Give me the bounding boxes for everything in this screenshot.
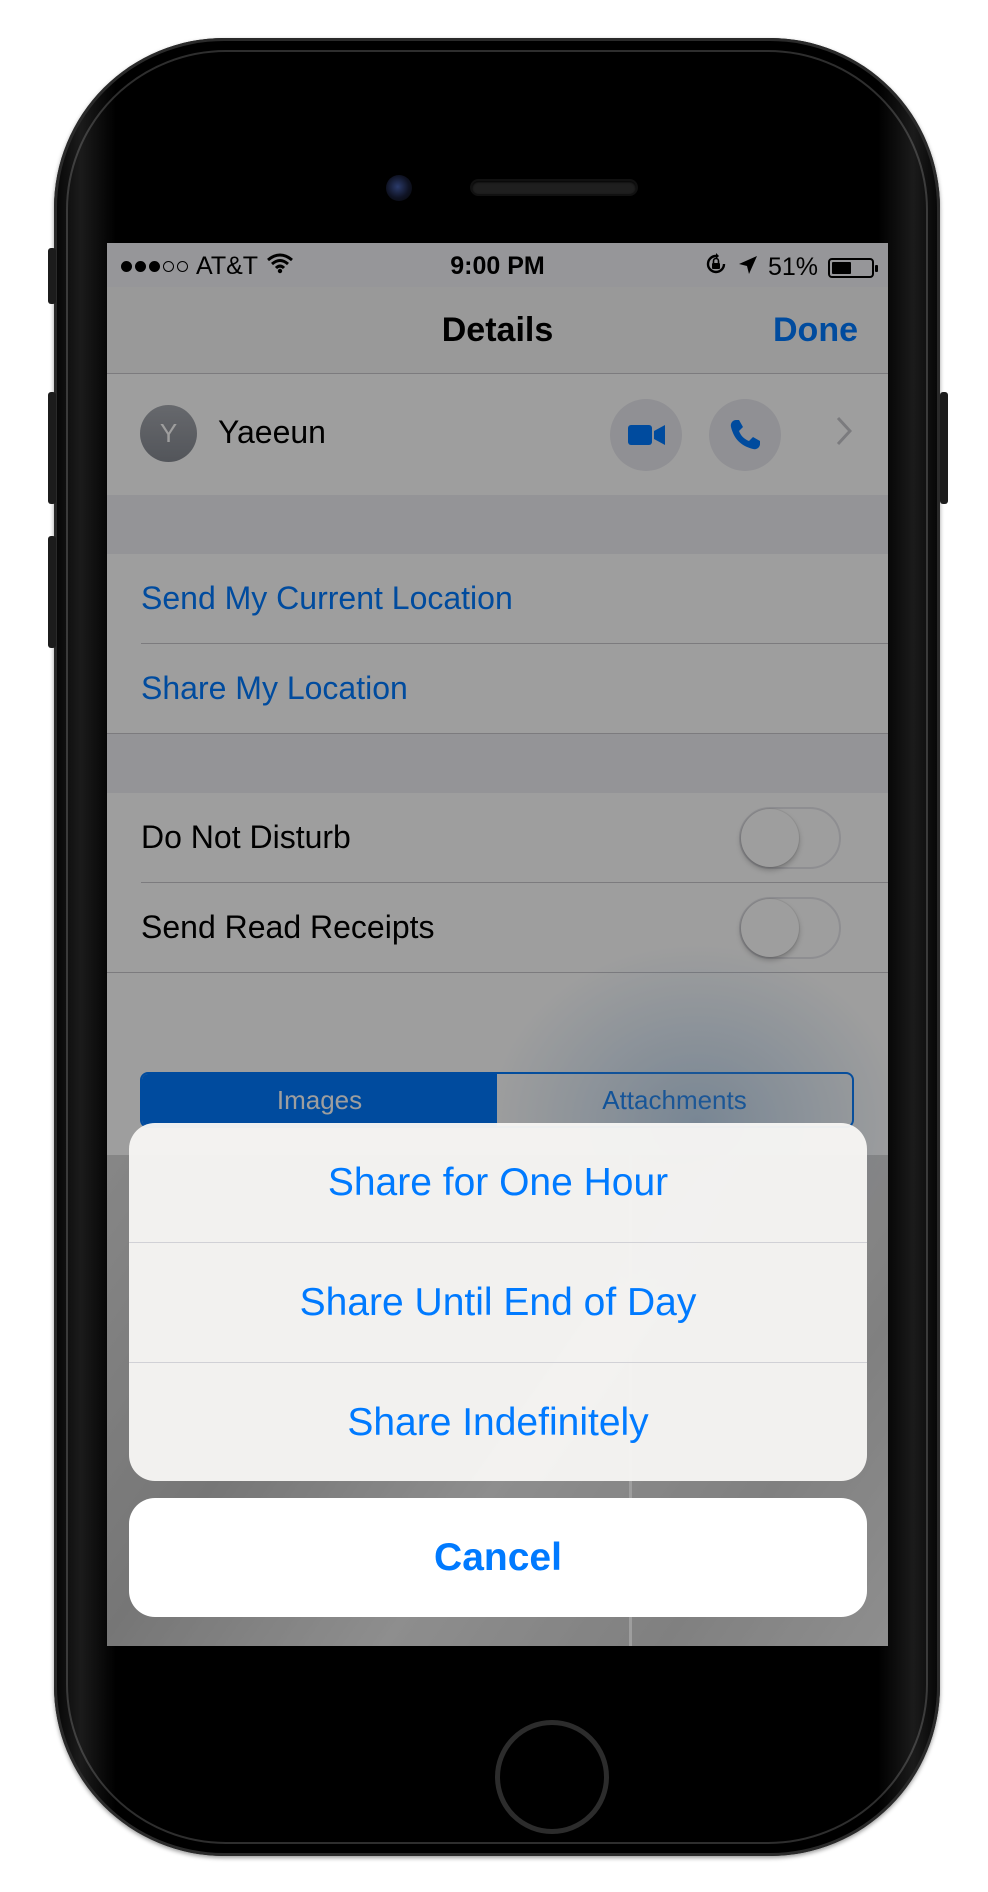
toggle-knob xyxy=(741,899,799,957)
volume-up-button xyxy=(48,392,56,504)
earpiece-speaker xyxy=(472,181,636,194)
share-indefinitely-option[interactable]: Share Indefinitely xyxy=(129,1363,867,1481)
home-button[interactable] xyxy=(495,1720,609,1834)
power-button xyxy=(940,392,948,504)
do-not-disturb-label: Do Not Disturb xyxy=(141,819,351,855)
share-location-cell[interactable]: Share My Location xyxy=(107,644,888,734)
send-current-location-label: Send My Current Location xyxy=(141,580,513,616)
media-segmented-control: Images Attachments xyxy=(140,1072,854,1128)
video-camera-icon xyxy=(628,425,665,445)
location-arrow-icon xyxy=(738,253,758,282)
cancel-button[interactable]: Cancel xyxy=(129,1498,867,1617)
done-button[interactable]: Done xyxy=(773,311,858,350)
rotation-lock-icon xyxy=(704,252,728,283)
do-not-disturb-toggle[interactable] xyxy=(739,807,841,869)
contact-row[interactable]: Y Yaeeun xyxy=(107,374,888,496)
section-gap xyxy=(107,734,888,793)
tab-images[interactable]: Images xyxy=(142,1074,497,1126)
navigation-bar: Details Done xyxy=(107,287,888,374)
do-not-disturb-cell: Do Not Disturb xyxy=(107,793,888,883)
share-location-label: Share My Location xyxy=(141,670,408,706)
volume-down-button xyxy=(48,536,56,648)
front-camera xyxy=(386,175,412,201)
battery-percent: 51% xyxy=(767,253,818,281)
toggle-knob xyxy=(741,809,799,867)
share-end-of-day-option[interactable]: Share Until End of Day xyxy=(129,1243,867,1362)
facetime-video-button[interactable] xyxy=(610,399,682,471)
audio-call-button[interactable] xyxy=(709,399,781,471)
chevron-right-icon[interactable] xyxy=(836,416,852,446)
contact-name: Yaeeun xyxy=(218,414,326,450)
read-receipts-label: Send Read Receipts xyxy=(141,909,435,945)
tab-attachments[interactable]: Attachments xyxy=(497,1074,852,1126)
section-gap xyxy=(107,495,888,554)
send-current-location-cell[interactable]: Send My Current Location xyxy=(107,554,888,644)
mute-switch xyxy=(48,248,56,304)
page-title: Details xyxy=(441,311,554,349)
read-receipts-cell: Send Read Receipts xyxy=(107,883,888,973)
action-sheet: Share for One Hour Share Until End of Da… xyxy=(129,1123,867,1481)
screen: AT&T 9:00 PM 51% Details Done Y Yaeeun S… xyxy=(107,243,888,1646)
avatar: Y xyxy=(140,405,197,462)
read-receipts-toggle[interactable] xyxy=(739,897,841,959)
battery-icon xyxy=(828,257,878,278)
phone-icon xyxy=(730,420,760,450)
share-one-hour-option[interactable]: Share for One Hour xyxy=(129,1123,867,1242)
status-bar: AT&T 9:00 PM 51% xyxy=(107,243,888,287)
